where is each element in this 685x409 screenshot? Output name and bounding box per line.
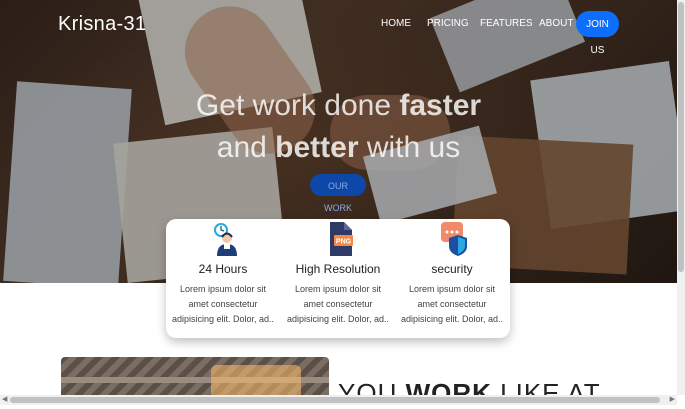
scroll-right-icon[interactable]: ▶ [670,395,675,405]
feature-item: 24 Hours Lorem ipsum dolor sit amet cons… [166,219,280,338]
feature-title: 24 Hours [198,262,248,276]
feature-text: Lorem ipsum dolor sit amet consectetur a… [286,284,390,324]
hero-headline-light: Get work done [195,89,400,122]
feature-item: security Lorem ipsum dolor sit amet cons… [395,219,509,338]
hero-headline-light: with us [358,131,461,164]
nav-pricing[interactable]: PRICING [427,18,469,29]
feature-text: Lorem ipsum dolor sit amet consectetur a… [171,284,275,324]
hero-headline-bold: better [275,131,359,164]
vertical-scrollbar-thumb[interactable] [678,2,684,272]
scroll-left-icon[interactable]: ◀ [2,395,7,405]
hero-headline-light: and [216,131,276,164]
feature-text: Lorem ipsum dolor sit amet consectetur a… [400,284,504,324]
shield-chat-icon [441,222,467,256]
png-file-icon: PNG [330,222,353,256]
clock-support-icon [214,223,237,256]
vertical-scrollbar[interactable] [677,0,685,395]
hero-headline-line1: Get work done faster [0,88,677,124]
horizontal-scrollbar-thumb[interactable] [10,397,660,403]
join-us-button[interactable]: JOIN US [576,11,619,56]
our-work-button[interactable]: OUR WORK [310,174,366,213]
feature-title: security [431,262,473,276]
feature-title: High Resolution [295,262,381,276]
feature-item: PNG High Resolution Lorem ipsum dolor si… [281,219,395,338]
nav-features[interactable]: FEATURES [480,18,533,29]
features-card: 24 Hours Lorem ipsum dolor sit amet cons… [166,219,510,338]
svg-text:PNG: PNG [336,239,352,246]
horizontal-scrollbar[interactable]: ◀ ▶ [0,395,677,405]
hero-headline-bold: faster [399,89,482,122]
nav-about[interactable]: ABOUT [539,18,573,29]
nav-home[interactable]: HOME [381,18,411,29]
hero-headline-line2: and better with us [0,130,677,166]
